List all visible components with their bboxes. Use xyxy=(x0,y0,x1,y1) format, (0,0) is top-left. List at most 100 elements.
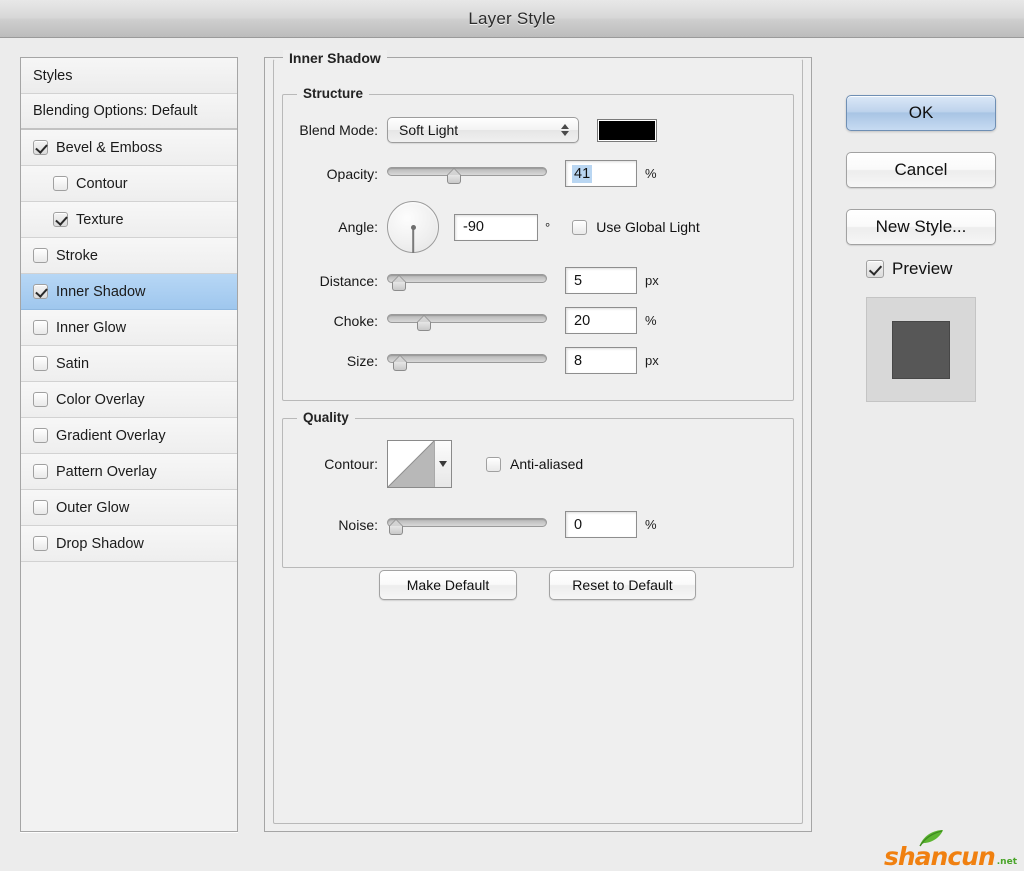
size-value: 8 xyxy=(574,352,583,369)
distance-label: Distance: xyxy=(319,272,378,289)
distance-row: Distance: 5 px xyxy=(283,267,659,294)
styles-list-item-label: Blending Options: Default xyxy=(33,103,198,119)
styles-list-item-checkbox[interactable] xyxy=(33,500,48,515)
styles-list-item-checkbox[interactable] xyxy=(33,428,48,443)
preview-checkbox[interactable] xyxy=(866,260,884,278)
choke-label: Choke: xyxy=(333,312,378,329)
contour-dropdown-arrow-icon[interactable] xyxy=(434,441,451,487)
noise-slider-track xyxy=(387,517,547,527)
leaf-icon xyxy=(919,830,943,847)
use-global-light-checkbox[interactable] xyxy=(572,219,588,235)
opacity-slider[interactable] xyxy=(387,164,547,184)
angle-unit: ° xyxy=(545,219,551,235)
styles-list-item-satin[interactable]: Satin xyxy=(21,346,237,382)
styles-list-item-checkbox[interactable] xyxy=(33,392,48,407)
styles-list-item-checkbox[interactable] xyxy=(33,320,48,335)
contour-picker[interactable] xyxy=(387,440,452,488)
styles-list-item-bevel-emboss[interactable]: Bevel & Emboss xyxy=(21,130,237,166)
ok-button[interactable]: OK xyxy=(846,95,996,131)
styles-list-item-drop-shadow[interactable]: Drop Shadow xyxy=(21,526,237,562)
styles-list-item-checkbox[interactable] xyxy=(53,176,68,191)
preview-label: Preview xyxy=(892,259,953,278)
opacity-input[interactable]: 41 xyxy=(565,160,637,187)
styles-list-item-color-overlay[interactable]: Color Overlay xyxy=(21,382,237,418)
distance-input[interactable]: 5 xyxy=(565,267,637,294)
size-unit: px xyxy=(645,353,659,368)
shadow-color-swatch[interactable] xyxy=(597,118,657,142)
opacity-slider-track xyxy=(387,166,547,176)
distance-slider-thumb[interactable] xyxy=(390,275,408,292)
styles-list-item-label: Gradient Overlay xyxy=(56,427,166,444)
new-style-button[interactable]: New Style... xyxy=(846,209,996,245)
blend-mode-label: Blend Mode: xyxy=(299,122,378,138)
use-global-light-label: Use Global Light xyxy=(596,219,700,235)
styles-list-item-checkbox[interactable] xyxy=(53,212,68,227)
styles-list-item-texture[interactable]: Texture xyxy=(21,202,237,238)
cancel-button[interactable]: Cancel xyxy=(846,152,996,188)
noise-slider-thumb[interactable] xyxy=(387,519,405,536)
contour-curve-icon xyxy=(388,441,434,487)
contour-row: Contour: Anti-aliased xyxy=(283,440,583,488)
styles-list-item-label: Contour xyxy=(76,175,128,192)
noise-row: Noise: 0 % xyxy=(283,511,657,538)
size-input[interactable]: 8 xyxy=(565,347,637,374)
size-row: Size: 8 px xyxy=(283,347,659,374)
noise-input[interactable]: 0 xyxy=(565,511,637,538)
size-slider[interactable] xyxy=(387,351,547,371)
styles-list-item-label: Pattern Overlay xyxy=(56,463,157,480)
styles-list-item-inner-glow[interactable]: Inner Glow xyxy=(21,310,237,346)
use-global-light-row[interactable]: Use Global Light xyxy=(572,219,700,235)
anti-aliased-checkbox[interactable] xyxy=(486,456,501,472)
styles-list-item-pattern-overlay[interactable]: Pattern Overlay xyxy=(21,454,237,490)
styles-list-item-label: Satin xyxy=(56,355,90,372)
dialog-content: Styles Blending Options: Default Bevel & E… xyxy=(0,38,1024,869)
styles-list-item-checkbox[interactable] xyxy=(33,140,48,155)
styles-list-item-label: Texture xyxy=(76,211,124,228)
choke-slider[interactable] xyxy=(387,311,547,331)
opacity-label: Opacity: xyxy=(326,165,378,182)
watermark-suffix: .net xyxy=(996,857,1017,867)
angle-dial[interactable] xyxy=(387,201,439,253)
styles-list-item-checkbox[interactable] xyxy=(33,248,48,263)
distance-slider-track xyxy=(387,273,547,283)
anti-aliased-row[interactable]: Anti-aliased xyxy=(486,456,583,472)
reset-to-default-button[interactable]: Reset to Default xyxy=(549,570,696,600)
distance-slider[interactable] xyxy=(387,271,547,291)
stepper-arrows-icon xyxy=(561,124,569,136)
styles-list-item-label: Bevel & Emboss xyxy=(56,139,163,156)
angle-dial-needle xyxy=(412,227,414,253)
styles-list-item-checkbox[interactable] xyxy=(33,356,48,371)
noise-unit: % xyxy=(645,517,657,532)
styles-list-item-checkbox[interactable] xyxy=(33,284,48,299)
blend-mode-value: Soft Light xyxy=(399,122,459,138)
choke-value: 20 xyxy=(574,312,591,329)
styles-list-item-contour[interactable]: Contour xyxy=(21,166,237,202)
opacity-value: 41 xyxy=(572,164,593,183)
choke-input[interactable]: 20 xyxy=(565,307,637,334)
watermark-name: shancun xyxy=(884,842,996,871)
styles-list-panel[interactable]: Styles Blending Options: Default Bevel & E… xyxy=(20,57,238,832)
blend-mode-select[interactable]: Soft Light xyxy=(387,117,579,143)
styles-list-item-inner-shadow[interactable]: Inner Shadow xyxy=(21,274,237,310)
size-slider-thumb[interactable] xyxy=(391,355,409,372)
distance-value: 5 xyxy=(574,272,583,289)
choke-slider-thumb[interactable] xyxy=(415,315,433,332)
styles-list-item-blending-options-default[interactable]: Blending Options: Default xyxy=(21,94,237,130)
angle-value: -90 xyxy=(463,219,484,235)
noise-slider[interactable] xyxy=(387,515,547,535)
angle-input[interactable]: -90 xyxy=(454,213,538,241)
styles-list-item-stroke[interactable]: Stroke xyxy=(21,238,237,274)
angle-row: Angle: -90 ° Use Global Light xyxy=(283,201,700,253)
angle-dial-center xyxy=(410,224,416,230)
opacity-slider-thumb[interactable] xyxy=(445,168,463,185)
styles-list-item-gradient-overlay[interactable]: Gradient Overlay xyxy=(21,418,237,454)
styles-list-item-label: Stroke xyxy=(56,247,98,264)
styles-list-item-checkbox[interactable] xyxy=(33,464,48,479)
preview-toggle[interactable]: Preview xyxy=(866,259,952,279)
quality-group-title: Quality xyxy=(297,410,355,425)
watermark: shancun .net xyxy=(884,830,1017,871)
styles-list-item-outer-glow[interactable]: Outer Glow xyxy=(21,490,237,526)
styles-list-item-styles[interactable]: Styles xyxy=(21,58,237,94)
make-default-button[interactable]: Make Default xyxy=(379,570,517,600)
styles-list-item-checkbox[interactable] xyxy=(33,536,48,551)
